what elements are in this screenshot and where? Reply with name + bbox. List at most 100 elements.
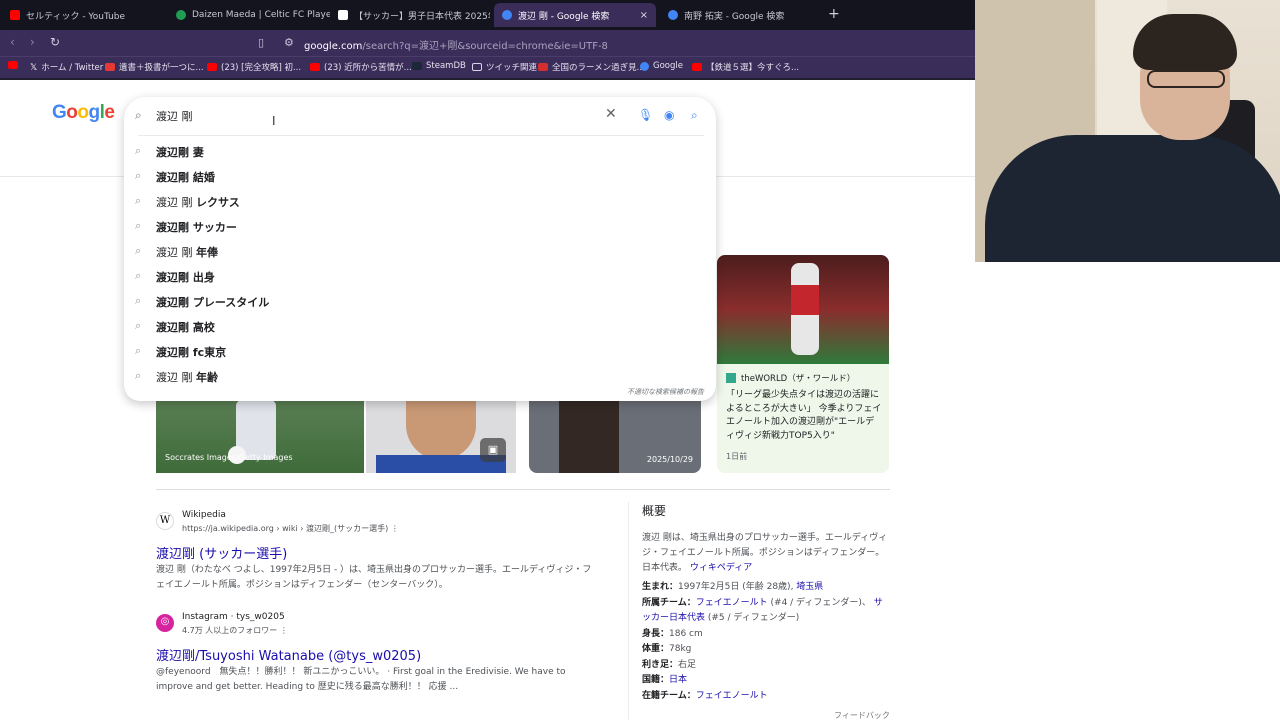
knowledge-panel: 概要 渡辺 剛は、埼玉県出身のプロサッカー選手。エールディヴィジ・フェイエノール… [628, 502, 890, 720]
youtube-icon [8, 61, 18, 69]
youtube-icon [207, 63, 217, 71]
webcam-overlay [975, 0, 1280, 262]
tab-close-icon[interactable]: × [634, 10, 648, 21]
suggestion-item[interactable]: ⌕ 渡辺剛 サッカー [124, 213, 716, 238]
suggestion-item[interactable]: ⌕ 渡辺 剛 年俸 [124, 238, 716, 263]
image-result-3[interactable]: 2025/10/29 [529, 400, 701, 473]
results-divider [156, 489, 890, 490]
news-card[interactable]: theWORLD（ザ・ワールド） 「リーグ最少失点タイは渡辺の活躍によるところが… [717, 255, 889, 473]
tab-google-minamino[interactable]: 南野 拓実 - Google 検索 [660, 3, 822, 27]
tab-youtube[interactable]: セルティック - YouTube [2, 3, 168, 27]
fact-current-team: 在籍チーム：フェイエノールト [642, 690, 768, 701]
suggestion-item[interactable]: ⌕ 渡辺 剛 レクサス [124, 188, 716, 213]
fact-link[interactable]: フェイエノールト [696, 691, 768, 701]
bookmark-icon [105, 63, 115, 71]
steam-icon [412, 62, 422, 70]
suggestion-item[interactable]: ⌕ 渡辺剛 出身 [124, 263, 716, 288]
google-logo[interactable]: Google [52, 102, 115, 124]
back-icon[interactable]: ‹ [10, 35, 15, 49]
tab-label: Daizen Maeda | Celtic FC Player Profi [192, 10, 330, 20]
wikipedia-link[interactable]: ウィキペディア [690, 563, 752, 573]
tab-google-watanabe[interactable]: 渡辺 剛 - Google 検索 × [494, 3, 656, 27]
microphone-icon[interactable]: 🎙 [638, 108, 653, 122]
page-icon [338, 10, 348, 20]
more-options-icon[interactable]: ⋮ [280, 626, 288, 635]
celtic-icon [176, 10, 186, 20]
news-player-shirt [791, 285, 819, 315]
bookmark-folder[interactable]: ツイッチ関連 [472, 61, 537, 73]
search-icon: ⌕ [135, 219, 142, 232]
new-tab-button[interactable]: + [828, 6, 840, 22]
bookmark-item[interactable]: (23) 近所から苦情が... [310, 61, 412, 73]
tab-soccer-japan[interactable]: 【サッカー】男子日本代表 2025年最新メ [330, 3, 490, 27]
url-path: /search?q=渡辺+剛&sourceid=chrome&ie=UTF-8 [362, 41, 608, 52]
tab-celtic[interactable]: Daizen Maeda | Celtic FC Player Profi [168, 3, 330, 27]
tab-label: 南野 拓実 - Google 検索 [684, 11, 785, 22]
tab-label: セルティック - YouTube [26, 11, 126, 22]
suggestion-item[interactable]: ⌕ 渡辺 剛 年齢 [124, 363, 716, 388]
image-gallery-icon[interactable]: ▣ [480, 438, 506, 462]
bookmark-item[interactable]: Google [640, 61, 683, 71]
bookmark-star-icon[interactable]: ▯ [258, 36, 264, 49]
tab-label: 渡辺 剛 - Google 検索 [518, 11, 610, 22]
wikipedia-icon: W [156, 512, 174, 530]
url-field[interactable]: google.com/search?q=渡辺+剛&sourceid=chrome… [304, 37, 608, 52]
fact-nationality: 国籍：日本 [642, 675, 688, 685]
ramen-icon [538, 63, 548, 71]
report-suggestions-link[interactable]: 不適切な検索候補の報告 [627, 387, 704, 397]
forward-icon[interactable]: › [30, 35, 35, 49]
reload-icon[interactable]: ↻ [50, 35, 60, 49]
image-result-2[interactable]: ▣ [366, 400, 516, 473]
youtube-icon [10, 10, 20, 20]
search-icon: ⌕ [135, 344, 142, 357]
instagram-icon: ◎ [156, 614, 174, 632]
clear-icon[interactable]: ✕ [605, 106, 617, 122]
bookmark-item[interactable]: 𝕏 ホーム / Twitter [30, 61, 103, 73]
search-input[interactable]: 渡辺 剛 [156, 108, 193, 124]
tab-bar: セルティック - YouTube Daizen Maeda | Celtic F… [0, 0, 975, 30]
suggestion-item[interactable]: ⌕ 渡辺剛 プレースタイル [124, 288, 716, 313]
cam-glasses [1147, 70, 1225, 88]
bookmark-item[interactable] [8, 61, 22, 69]
image-date: 2025/10/29 [646, 455, 693, 464]
folder-icon [472, 63, 482, 71]
bookmark-item[interactable]: (23) [完全攻略] 初... [207, 61, 301, 73]
fact-link[interactable]: 埼玉県 [796, 582, 823, 592]
search-box[interactable]: ⌕ 渡辺 剛 ✕ 🎙 ◉ ⌕ [124, 97, 716, 135]
camera-lens-icon[interactable]: ◉ [664, 108, 674, 122]
result-followers: 4.7万 人以上のフォロワー ⋮ [182, 626, 288, 635]
player-silhouette [559, 400, 619, 473]
youtube-icon [692, 63, 702, 71]
bookmark-item[interactable]: SteamDB [412, 61, 466, 71]
suggestion-item[interactable]: ⌕ 渡辺剛 高校 [124, 313, 716, 338]
fact-link[interactable]: フェイエノールト [696, 598, 768, 608]
image-result-1[interactable]: Soccrates Images/Getty Images [156, 400, 364, 473]
suggestion-item[interactable]: ⌕ 渡辺剛 fc東京 [124, 338, 716, 363]
suggestion-item[interactable]: ⌕ 渡辺剛 結婚 [124, 163, 716, 188]
search-result-instagram: ◎ Instagram · tys_w0205 4.7万 人以上のフォロワー ⋮… [156, 612, 596, 692]
result-site-name: Instagram · tys_w0205 [182, 612, 285, 622]
feedback-link[interactable]: フィードバック [834, 710, 890, 720]
bookmark-item[interactable]: 【鉄道５選】今すぐろ... [692, 61, 799, 73]
site-info-icon[interactable]: ⚙ [284, 36, 294, 49]
fact-height: 身長：186 cm [642, 628, 703, 639]
fact-team: 所属チーム：フェイエノールト (#4 / ディフェンダー)、 サッカー日本代表 … [642, 597, 883, 624]
search-icon: ⌕ [135, 269, 142, 282]
bookmark-item[interactable]: 遺書＋扱書が一つに... [105, 61, 204, 73]
news-age: 1日前 [726, 452, 748, 461]
result-site-name: Wikipedia [182, 510, 226, 520]
google-icon [640, 61, 649, 71]
search-submit-icon[interactable]: ⌕ [691, 108, 698, 123]
suggestion-item[interactable]: ⌕ 渡辺剛 妻 [124, 138, 716, 163]
search-icon: ⌕ [135, 294, 142, 307]
search-icon: ⌕ [135, 244, 142, 257]
bookmark-item[interactable]: 全国のラーメン過ぎ見... [538, 61, 645, 73]
fact-link[interactable]: 日本 [669, 675, 687, 685]
result-title-link[interactable]: 渡辺剛/Tsuyoshi Watanabe (@tys_w0205) [156, 645, 421, 664]
result-title-link[interactable]: 渡辺剛 (サッカー選手) [156, 543, 287, 562]
news-headline[interactable]: 「リーグ最少失点タイは渡辺の活躍によるところが大きい」 今季よりフェイエノールト… [726, 389, 882, 443]
fact-foot: 利き足：右足 [642, 659, 697, 670]
image-credit: Soccrates Images/Getty Images [165, 453, 293, 462]
cam-person-hair [1133, 14, 1237, 70]
more-options-icon[interactable]: ⋮ [391, 524, 399, 533]
